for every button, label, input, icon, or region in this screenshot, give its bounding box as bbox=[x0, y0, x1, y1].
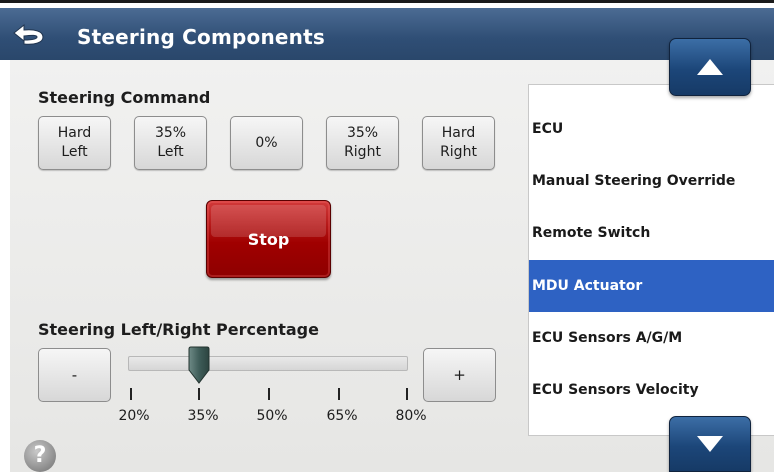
minus-label: - bbox=[71, 366, 78, 384]
tick-label-65: 65% bbox=[326, 408, 358, 424]
zero-percent-button[interactable]: 0% bbox=[230, 116, 303, 170]
slider-thumb[interactable] bbox=[187, 346, 211, 384]
hard-right-label: Hard Right bbox=[440, 125, 477, 160]
back-button[interactable] bbox=[10, 22, 48, 48]
tick-mark bbox=[198, 388, 200, 400]
stop-label: Stop bbox=[247, 229, 290, 249]
slider-thumb-icon bbox=[188, 346, 210, 384]
35-right-label: 35% Right bbox=[344, 125, 381, 160]
scroll-up-button[interactable] bbox=[669, 38, 751, 96]
percentage-slider-track[interactable] bbox=[128, 356, 408, 371]
tick-mark bbox=[130, 388, 132, 400]
plus-label: + bbox=[453, 366, 466, 384]
steering-command-label: Steering Command bbox=[38, 88, 211, 107]
back-arrow-icon bbox=[13, 23, 44, 45]
zero-percent-label: 0% bbox=[255, 134, 278, 151]
increase-button[interactable]: + bbox=[423, 348, 496, 402]
down-arrow-icon bbox=[697, 436, 723, 452]
35-left-label: 35% Left bbox=[154, 125, 187, 160]
list-item-ecu-sensors-agm[interactable]: ECU Sensors A/G/M bbox=[529, 312, 774, 364]
hard-left-label: Hard Left bbox=[57, 125, 92, 160]
35-right-button[interactable]: 35% Right bbox=[326, 116, 399, 170]
component-list[interactable]: ECU Manual Steering Override Remote Swit… bbox=[528, 84, 774, 436]
percentage-label: Steering Left/Right Percentage bbox=[38, 320, 319, 339]
list-item-ecu[interactable]: ECU bbox=[529, 103, 774, 155]
decrease-button[interactable]: - bbox=[38, 348, 111, 402]
tick-mark bbox=[338, 388, 340, 400]
stop-button[interactable]: Stop bbox=[206, 200, 331, 278]
tick-mark bbox=[406, 388, 408, 400]
tick-label-80: 80% bbox=[395, 408, 427, 424]
top-border bbox=[0, 0, 774, 3]
hard-left-button[interactable]: Hard Left bbox=[38, 116, 111, 170]
page-title: Steering Components bbox=[77, 25, 325, 49]
list-item-manual-steering-override[interactable]: Manual Steering Override bbox=[529, 155, 774, 207]
tick-label-50: 50% bbox=[256, 408, 288, 424]
scroll-down-button[interactable] bbox=[669, 416, 751, 472]
tick-mark bbox=[268, 388, 270, 400]
steering-components-screen: Steering Components Steering Command Har… bbox=[0, 0, 774, 472]
help-icon[interactable]: ? bbox=[24, 440, 56, 472]
list-item-mdu-actuator[interactable]: MDU Actuator bbox=[529, 260, 774, 312]
tick-label-35: 35% bbox=[187, 408, 219, 424]
list-item-remote-switch[interactable]: Remote Switch bbox=[529, 207, 774, 259]
title-bar: Steering Components bbox=[0, 8, 774, 60]
tick-label-20: 20% bbox=[118, 408, 150, 424]
up-arrow-icon bbox=[697, 59, 723, 75]
hard-right-button[interactable]: Hard Right bbox=[422, 116, 495, 170]
list-item-ecu-sensors-velocity[interactable]: ECU Sensors Velocity bbox=[529, 364, 774, 416]
35-left-button[interactable]: 35% Left bbox=[134, 116, 207, 170]
